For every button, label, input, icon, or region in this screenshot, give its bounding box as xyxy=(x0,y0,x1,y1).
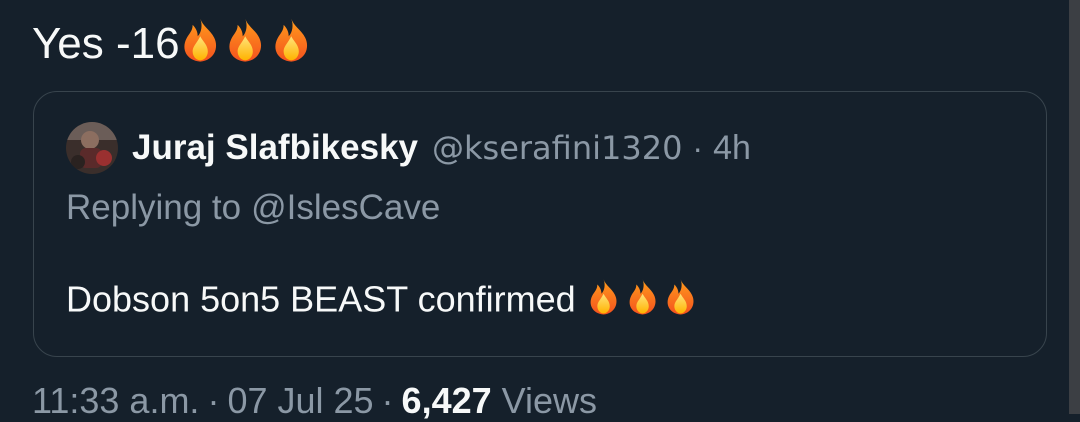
quoted-tweet-text-content: Dobson 5on5 BEAST confirmed xyxy=(66,278,576,320)
fire-emoji-icon xyxy=(271,17,311,63)
fire-emoji-icon xyxy=(664,278,697,316)
tweet-text-content: Yes -16 xyxy=(32,19,180,68)
replying-to: Replying to @IslesCave xyxy=(66,188,440,228)
dot-separator: · xyxy=(381,380,394,421)
quoted-tweet-text: Dobson 5on5 BEAST confirmed xyxy=(66,278,701,320)
quoted-tweet-header: Juraj Slafbikesky @kserafini1320 · 4h xyxy=(66,122,751,174)
views-count: 6,427 xyxy=(401,380,492,421)
replying-to-label: Replying to xyxy=(66,188,242,227)
scrollbar[interactable] xyxy=(1069,0,1080,414)
dot-separator: · xyxy=(207,380,220,421)
time-ago[interactable]: 4h xyxy=(713,129,751,168)
author-handle[interactable]: @kserafini1320 xyxy=(432,129,682,167)
dot-separator: · xyxy=(692,129,704,166)
avatar[interactable] xyxy=(66,122,118,174)
tweet-time[interactable]: 11:33 a.m. xyxy=(32,380,199,421)
views-label: Views xyxy=(501,380,598,421)
fire-emoji-icon xyxy=(626,278,659,316)
fire-emoji-icon xyxy=(587,278,620,316)
tweet-text: Yes -16 xyxy=(32,14,317,74)
replying-to-handle[interactable]: @IslesCave xyxy=(251,188,440,227)
quoted-tweet-card[interactable]: Juraj Slafbikesky @kserafini1320 · 4h Re… xyxy=(33,91,1047,357)
fire-emoji-icon xyxy=(225,17,265,63)
tweet-date[interactable]: 07 Jul 25 xyxy=(227,380,373,421)
avatar-image xyxy=(66,122,118,174)
author-name[interactable]: Juraj Slafbikesky xyxy=(132,128,418,168)
fire-emoji-icon xyxy=(180,17,220,63)
tweet-meta: 11:33 a.m. · 07 Jul 25 · 6,427 Views xyxy=(32,380,597,422)
